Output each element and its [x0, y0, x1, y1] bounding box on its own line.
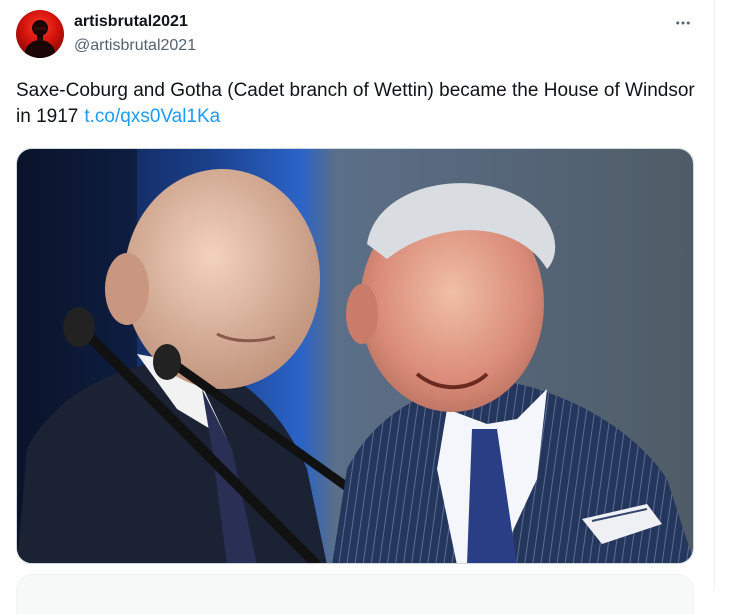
more-options-button[interactable] — [668, 8, 698, 38]
author-handle[interactable]: @artisbrutal2021 — [74, 36, 196, 56]
tweet-text-block: Saxe-Coburg and Gotha (Cadet branch of W… — [16, 78, 696, 130]
tweet-media-photo[interactable] — [16, 148, 694, 564]
tweet-link[interactable]: t.co/qxs0Val1Ka — [84, 106, 220, 127]
tweet-card[interactable]: artisbrutal2021 @artisbrutal2021 Saxe-Co… — [0, 0, 714, 614]
timeline-divider — [714, 0, 715, 589]
avatar[interactable] — [16, 10, 64, 58]
avatar-image — [24, 20, 56, 58]
more-horizontal-icon — [676, 21, 690, 25]
author-display-name[interactable]: artisbrutal2021 — [74, 12, 188, 32]
quoted-card-preview[interactable] — [16, 574, 694, 614]
photo-illustration — [17, 149, 693, 563]
